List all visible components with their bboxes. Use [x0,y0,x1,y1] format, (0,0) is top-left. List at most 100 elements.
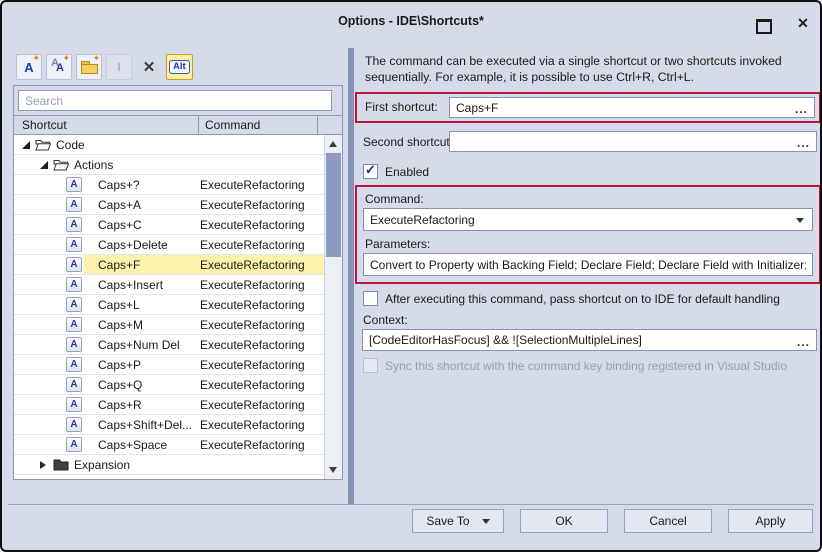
action-icon: A [66,277,82,292]
title-bar: Options - IDE\Shortcuts* ✕ [2,2,820,42]
action-icon: A [66,237,82,252]
shortcut-list-panel: Shortcut Command CodeActionsACaps+?Execu… [13,85,343,480]
column-header-shortcut[interactable]: Shortcut [14,116,199,134]
close-icon[interactable]: ✕ [794,14,812,32]
parameters-label: Parameters: [365,237,430,251]
pass-through-checkbox[interactable] [363,291,378,306]
expander-expanded-icon[interactable] [22,141,30,149]
row-cells: Caps+CExecuteRefactoring [84,215,325,234]
scroll-down-icon[interactable] [329,467,337,473]
shortcut-row[interactable]: ACaps+?ExecuteRefactoring [14,175,325,195]
context-input[interactable]: [CodeEditorHasFocus] && ![SelectionMulti… [362,329,817,351]
shortcut-row[interactable]: ACaps+Num DelExecuteRefactoring [14,335,325,355]
action-icon: A [66,257,82,272]
vertical-scrollbar[interactable] [324,135,342,479]
first-shortcut-value: Caps+F [456,101,808,115]
second-shortcut-input[interactable]: ... [449,131,817,152]
command-cell: ExecuteRefactoring [200,238,325,252]
tree-folder-row[interactable]: Code [14,135,325,155]
scroll-up-icon[interactable] [329,141,337,147]
shortcut-row[interactable]: ACaps+SpaceExecuteRefactoring [14,435,325,455]
description-text: The command can be executed via a single… [365,53,817,85]
alt-toggle-button[interactable]: Alt [166,54,193,80]
shortcut-cell: Caps+Shift+Del... [84,418,200,432]
tree-folder-row[interactable]: Expansion [14,455,325,475]
action-icon: A [66,317,82,332]
search-input[interactable] [18,90,332,111]
parameters-input[interactable]: Convert to Property with Backing Field; … [363,253,813,276]
command-cell: ExecuteRefactoring [200,378,325,392]
action-icon: A [66,177,82,192]
shortcut-row[interactable]: ACaps+RExecuteRefactoring [14,395,325,415]
shortcut-row[interactable]: ACaps+LExecuteRefactoring [14,295,325,315]
command-cell: ExecuteRefactoring [200,398,325,412]
selected-row-cells: Caps+FExecuteRefactoring [84,255,325,274]
shortcut-row[interactable]: ACaps+FExecuteRefactoring [14,255,325,275]
shortcut-row[interactable]: ACaps+CExecuteRefactoring [14,215,325,235]
tree-rows-container: CodeActionsACaps+?ExecuteRefactoringACap… [14,135,342,475]
maximize-icon[interactable] [756,19,772,34]
delete-shortcut-icon[interactable]: ✕ [136,54,162,80]
new-shortcut-icon[interactable]: A ✦ [16,54,42,80]
shortcut-row[interactable]: ACaps+InsertExecuteRefactoring [14,275,325,295]
command-combobox[interactable]: ExecuteRefactoring [363,208,813,231]
sync-checkbox [363,358,378,373]
shortcut-row[interactable]: ACaps+DeleteExecuteRefactoring [14,235,325,255]
rename-shortcut-icon: I [106,54,132,80]
shortcut-row[interactable]: ACaps+QExecuteRefactoring [14,375,325,395]
shortcut-cell: Caps+R [84,398,200,412]
first-shortcut-input[interactable]: Caps+F ... [449,97,815,118]
parameters-value: Convert to Property with Backing Field; … [370,258,806,272]
new-star-glyph: ✦ [92,54,100,63]
command-cell: ExecuteRefactoring [200,198,325,212]
panel-splitter[interactable] [348,48,354,504]
scrollbar-thumb[interactable] [326,153,341,257]
row-cells: Caps+AExecuteRefactoring [84,195,325,214]
row-cells: Caps+MExecuteRefactoring [84,315,325,334]
command-cell: ExecuteRefactoring [200,418,325,432]
expander-collapsed-icon[interactable] [40,461,46,469]
context-ellipsis-button[interactable]: ... [793,335,810,349]
second-shortcut-ellipsis-button[interactable]: ... [793,136,810,150]
command-highlight-box: Command: ExecuteRefactoring Parameters: … [355,185,821,284]
first-shortcut-highlight-box: First shortcut: Caps+F ... [355,92,821,123]
ibeam-glyph: I [117,60,120,74]
shortcut-row[interactable]: ACaps+PExecuteRefactoring [14,355,325,375]
command-cell: ExecuteRefactoring [200,298,325,312]
shortcut-cell: Caps+C [84,218,200,232]
save-to-button[interactable]: Save To [412,509,504,533]
expander-expanded-icon[interactable] [40,161,48,169]
row-cells: Caps+?ExecuteRefactoring [84,175,325,194]
shortcut-cell: Caps+Delete [84,238,200,252]
column-header-command[interactable]: Command [199,116,318,134]
pass-through-checkbox-row[interactable]: After executing this command, pass short… [363,291,780,306]
chevron-down-icon [482,519,490,524]
context-label: Context: [363,313,408,327]
enabled-checkbox[interactable] [363,164,378,179]
row-cells: Caps+QExecuteRefactoring [84,375,325,394]
apply-button[interactable]: Apply [728,509,813,533]
command-cell: ExecuteRefactoring [200,438,325,452]
shortcut-toolbar: A ✦ A A ✦ ✦ I ✕ Alt [16,54,193,80]
sync-label: Sync this shortcut with the command key … [385,359,787,373]
tree-folder-row[interactable]: Actions [14,155,325,175]
folder-label: Expansion [74,458,130,472]
shortcut-row[interactable]: ACaps+Shift+Del...ExecuteRefactoring [14,415,325,435]
duplicate-shortcut-icon[interactable]: A A ✦ [46,54,72,80]
ok-button[interactable]: OK [520,509,608,533]
first-shortcut-ellipsis-button[interactable]: ... [791,102,808,116]
cancel-button[interactable]: Cancel [624,509,712,533]
action-icon: A [66,337,82,352]
action-icon: A [66,437,82,452]
action-icon: A [66,217,82,232]
shortcut-row[interactable]: ACaps+MExecuteRefactoring [14,315,325,335]
enabled-checkbox-row[interactable]: Enabled [363,164,429,179]
row-cells: Caps+SpaceExecuteRefactoring [84,435,325,454]
new-star-glyph: ✦ [62,54,70,63]
row-cells: Caps+Num DelExecuteRefactoring [84,335,325,354]
chevron-down-icon[interactable] [796,218,804,223]
shortcut-cell: Caps+A [84,198,200,212]
shortcut-row[interactable]: ACaps+AExecuteRefactoring [14,195,325,215]
new-folder-icon[interactable]: ✦ [76,54,102,80]
row-cells: Caps+InsertExecuteRefactoring [84,275,325,294]
